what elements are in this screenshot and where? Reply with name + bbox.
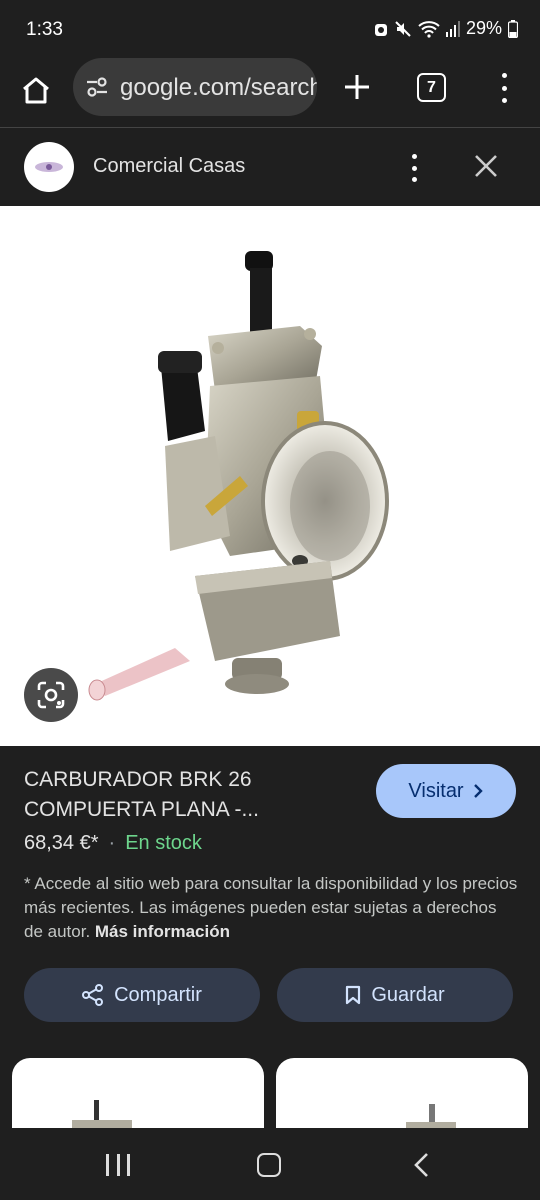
battery-icon: [508, 19, 518, 38]
source-menu-button[interactable]: [405, 152, 423, 184]
lens-button[interactable]: [24, 668, 78, 722]
more-info-link[interactable]: Más información: [95, 922, 230, 941]
status-icons: 29%: [374, 18, 518, 39]
related-image: [72, 1100, 132, 1138]
bookmark-icon: [346, 985, 361, 1005]
save-label: Guardar: [371, 983, 445, 1006]
disclaimer: * Accede al sitio web para consultar la …: [24, 872, 519, 944]
tab-count: 7: [427, 78, 436, 96]
back-button[interactable]: [410, 1152, 434, 1178]
signal-icon: [445, 20, 460, 37]
lens-icon: [37, 681, 65, 709]
source-logo[interactable]: [24, 142, 74, 192]
wifi-icon: [418, 20, 440, 38]
url-text: google.com/search: [120, 74, 317, 101]
close-icon[interactable]: [472, 152, 500, 180]
related-image: [406, 1104, 456, 1138]
product-title[interactable]: CARBURADOR BRK 26 COMPUERTA PLANA -...: [24, 765, 354, 825]
stock-status: En stock: [125, 832, 202, 854]
recents-button[interactable]: [106, 1154, 130, 1176]
url-bar[interactable]: google.com/search: [73, 58, 317, 116]
source-name[interactable]: Comercial Casas: [93, 155, 245, 178]
product-image[interactable]: [0, 206, 540, 746]
price-row: 68,34 €* · En stock: [24, 832, 202, 855]
price-separator: ·: [108, 832, 116, 854]
source-logo-icon: [35, 162, 63, 172]
tab-switcher-button[interactable]: 7: [417, 73, 446, 102]
system-home-button[interactable]: [257, 1153, 281, 1177]
visit-label: Visitar: [408, 779, 464, 802]
source-header: Comercial Casas: [0, 128, 540, 206]
status-time: 1:33: [26, 19, 63, 40]
battery-level: 29%: [465, 18, 502, 38]
visit-button[interactable]: Visitar: [376, 764, 516, 818]
related-card[interactable]: [276, 1058, 528, 1138]
related-card[interactable]: [12, 1058, 264, 1138]
new-tab-button[interactable]: [338, 68, 376, 106]
status-bar: 1:33 29%: [0, 0, 540, 58]
home-button[interactable]: [16, 70, 56, 110]
site-settings-icon: [87, 77, 107, 97]
share-button[interactable]: Compartir: [24, 968, 260, 1022]
mute-icon: [395, 20, 411, 37]
system-nav-bar: [0, 1128, 540, 1200]
browser-toolbar: google.com/search 7: [0, 58, 540, 128]
share-icon: [82, 984, 104, 1006]
save-button[interactable]: Guardar: [277, 968, 513, 1022]
home-icon: [23, 77, 49, 104]
carburetor-image: [88, 251, 389, 701]
browser-menu-button[interactable]: [494, 70, 514, 106]
chevron-right-icon: [473, 784, 483, 798]
product-price: 68,34 €*: [24, 832, 99, 854]
alarm-icon: [374, 23, 387, 36]
share-label: Compartir: [114, 983, 202, 1006]
